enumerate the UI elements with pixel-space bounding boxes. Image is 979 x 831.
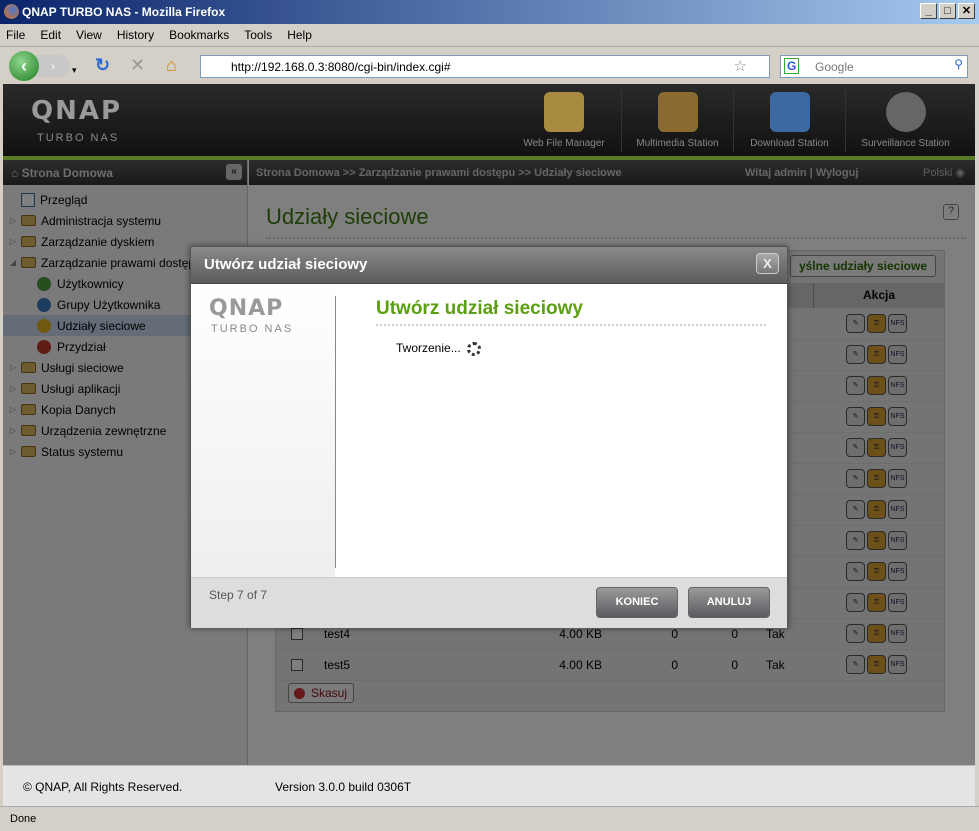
- dialog-side-panel: QNAP TURBO NAS: [191, 284, 335, 577]
- navigation-toolbar: › ‹ ▾ ↻ ✕ ⌂ http://192.168.0.3:8080/cgi-…: [0, 46, 979, 84]
- url-text: http://192.168.0.3:8080/cgi-bin/index.cg…: [231, 60, 451, 74]
- qnap-logo: QNAP: [31, 96, 123, 126]
- dialog-title: Utwórz udział sieciowy: [204, 256, 368, 273]
- surveillance-station-icon: [885, 92, 926, 132]
- app-label: Web File Manager: [523, 138, 605, 149]
- bookmark-star-icon[interactable]: ☆: [734, 57, 747, 75]
- page-footer: © QNAP, All Rights Reserved. Version 3.0…: [3, 765, 975, 806]
- qnap-logo: QNAP: [209, 296, 284, 321]
- close-window-button[interactable]: ✕: [958, 3, 975, 19]
- dialog-footer: Step 7 of 7 KONIEC ANULUJ: [191, 577, 787, 628]
- dialog-titlebar: Utwórz udział sieciowy X: [191, 247, 787, 284]
- qnap-header: QNAP TURBO NAS Web File Manager Multimed…: [3, 84, 975, 160]
- google-icon[interactable]: G: [784, 58, 800, 74]
- progress-text: Tworzenie...: [396, 341, 461, 355]
- app-download-station[interactable]: Download Station: [733, 90, 845, 152]
- dialog-divider: [335, 296, 336, 568]
- app-surveillance-station[interactable]: Surveillance Station: [845, 90, 965, 152]
- app-label: Multimedia Station: [636, 138, 719, 149]
- window-titlebar: QNAP TURBO NAS - Mozilla Firefox _ □ ✕: [0, 0, 979, 24]
- firefox-icon: [4, 4, 19, 19]
- version: Version 3.0.0 build 0306T: [275, 780, 412, 794]
- loading-spinner-icon: [466, 341, 481, 356]
- app-web-file-manager[interactable]: Web File Manager: [508, 90, 620, 152]
- qnap-subtitle: TURBO NAS: [37, 132, 120, 144]
- browser-status-bar: Done: [0, 806, 979, 831]
- minimize-button[interactable]: _: [920, 3, 937, 19]
- app-label: Surveillance Station: [861, 138, 950, 149]
- history-dropdown-icon[interactable]: ▾: [72, 61, 77, 79]
- reload-icon[interactable]: ↻: [95, 56, 110, 74]
- web-file-manager-icon: [544, 92, 584, 132]
- back-button[interactable]: ‹: [9, 51, 39, 81]
- url-bar[interactable]: http://192.168.0.3:8080/cgi-bin/index.cg…: [200, 55, 770, 78]
- app-label: Download Station: [750, 138, 829, 149]
- step-indicator: Step 7 of 7: [209, 588, 268, 602]
- window-title: QNAP TURBO NAS - Mozilla Firefox: [22, 5, 226, 19]
- menu-file[interactable]: File: [6, 28, 25, 46]
- menu-view[interactable]: View: [76, 28, 102, 46]
- dialog-heading: Utwórz udział sieciowy: [376, 298, 583, 319]
- finish-button[interactable]: KONIEC: [596, 587, 678, 618]
- progress-message: Tworzenie...: [396, 341, 481, 356]
- search-placeholder: Google: [815, 60, 854, 74]
- menu-history[interactable]: History: [117, 28, 154, 46]
- menu-bar: File Edit View History Bookmarks Tools H…: [0, 24, 979, 46]
- qnap-subtitle: TURBO NAS: [211, 323, 294, 335]
- menu-bookmarks[interactable]: Bookmarks: [169, 28, 229, 46]
- search-input[interactable]: G Google ⚲: [780, 55, 968, 78]
- multimedia-station-icon: [657, 92, 698, 132]
- menu-tools[interactable]: Tools: [244, 28, 272, 46]
- forward-button[interactable]: ›: [36, 55, 70, 77]
- app-multimedia-station[interactable]: Multimedia Station: [621, 90, 733, 152]
- home-icon[interactable]: ⌂: [166, 56, 177, 74]
- create-share-dialog: Utwórz udział sieciowy X QNAP TURBO NAS U…: [190, 246, 788, 628]
- maximize-button[interactable]: □: [939, 3, 956, 19]
- stop-icon[interactable]: ✕: [130, 56, 145, 74]
- copyright: © QNAP, All Rights Reserved.: [23, 780, 183, 794]
- heading-divider: [376, 324, 766, 326]
- dialog-close-button[interactable]: X: [756, 253, 779, 274]
- download-station-icon: [769, 92, 810, 132]
- cancel-button[interactable]: ANULUJ: [688, 587, 770, 618]
- status-text: Done: [10, 813, 37, 825]
- search-icon[interactable]: ⚲: [954, 57, 963, 71]
- menu-edit[interactable]: Edit: [40, 28, 61, 46]
- menu-help[interactable]: Help: [287, 28, 312, 46]
